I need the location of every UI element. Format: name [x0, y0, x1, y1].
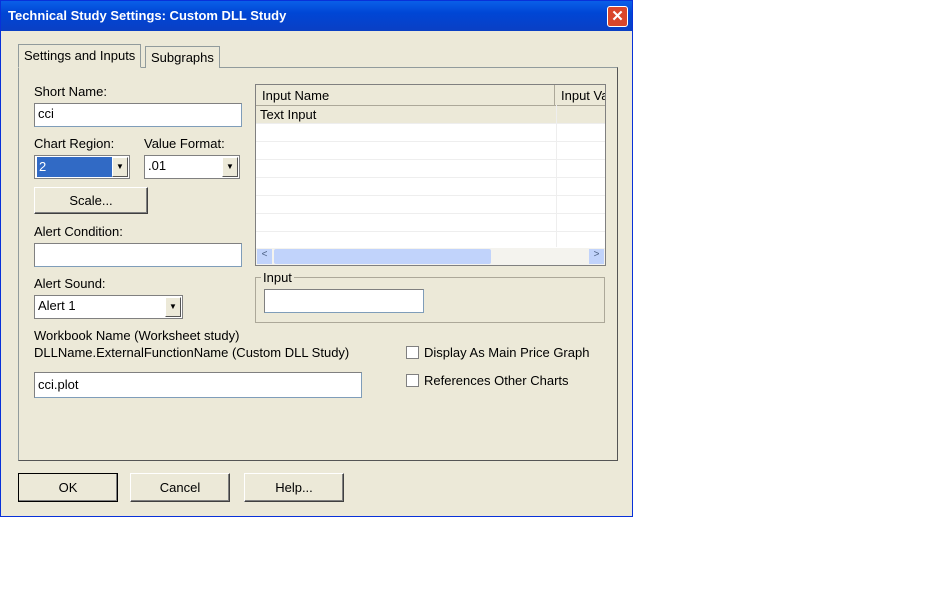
alert-sound-label: Alert Sound: [34, 276, 106, 291]
grid-header: Input Name Input Va [256, 85, 605, 106]
table-row [256, 214, 605, 232]
references-other-charts-checkbox[interactable] [406, 374, 419, 387]
alert-condition-label: Alert Condition: [34, 224, 123, 239]
column-header-input-name[interactable]: Input Name [262, 88, 329, 103]
dialog-window: Technical Study Settings: Custom DLL Stu… [0, 0, 633, 517]
alert-sound-value: Alert 1 [38, 298, 76, 313]
scroll-right-icon[interactable]: > [589, 249, 604, 264]
short-name-label: Short Name: [34, 84, 107, 99]
tab-settings-and-inputs[interactable]: Settings and Inputs [18, 44, 142, 68]
chevron-down-icon[interactable]: ▼ [222, 157, 238, 177]
table-row[interactable]: Text Input [256, 106, 605, 124]
chevron-down-icon[interactable]: ▼ [112, 157, 128, 177]
ok-button[interactable]: OK [18, 473, 118, 502]
table-row [256, 142, 605, 160]
display-main-price-graph-label[interactable]: Display As Main Price Graph [424, 345, 589, 360]
scale-button[interactable]: Scale... [34, 187, 148, 214]
column-header-input-value[interactable]: Input Va [554, 85, 605, 105]
dll-function-input[interactable]: cci.plot [34, 372, 362, 398]
references-other-charts-label[interactable]: References Other Charts [424, 373, 569, 388]
scroll-left-icon[interactable]: < [257, 249, 272, 264]
table-row [256, 124, 605, 142]
help-button[interactable]: Help... [244, 473, 344, 502]
window-title: Technical Study Settings: Custom DLL Stu… [8, 8, 287, 23]
value-format-select[interactable]: .01 ▼ [144, 155, 240, 179]
table-row [256, 160, 605, 178]
column-divider [556, 105, 557, 247]
workbook-label: Workbook Name (Worksheet study) [34, 328, 240, 343]
input-value-field[interactable] [264, 289, 424, 313]
value-format-label: Value Format: [144, 136, 225, 151]
scrollbar-thumb[interactable] [274, 249, 491, 264]
close-icon[interactable]: ✕ [607, 6, 628, 27]
value-format-value: .01 [148, 158, 167, 173]
chevron-down-icon[interactable]: ▼ [165, 297, 181, 317]
chart-region-select[interactable]: 2 ▼ [34, 155, 130, 179]
table-row [256, 196, 605, 214]
chart-region-value: 2 [37, 157, 113, 177]
inputs-grid: Input Name Input Va Text Input < > [255, 84, 606, 266]
display-main-price-graph-checkbox[interactable] [406, 346, 419, 359]
chart-region-label: Chart Region: [34, 136, 115, 151]
alert-condition-input[interactable] [34, 243, 242, 267]
title-bar: Technical Study Settings: Custom DLL Stu… [1, 1, 632, 31]
cancel-button[interactable]: Cancel [130, 473, 230, 502]
horizontal-scrollbar[interactable]: < > [256, 248, 605, 265]
input-name-cell: Text Input [260, 107, 317, 122]
alert-sound-select[interactable]: Alert 1 ▼ [34, 295, 183, 319]
tab-subgraphs[interactable]: Subgraphs [145, 46, 220, 68]
short-name-input[interactable]: cci [34, 103, 242, 127]
table-row [256, 178, 605, 196]
input-group-label: Input [261, 270, 294, 285]
dll-label: DLLName.ExternalFunctionName (Custom DLL… [34, 345, 350, 360]
